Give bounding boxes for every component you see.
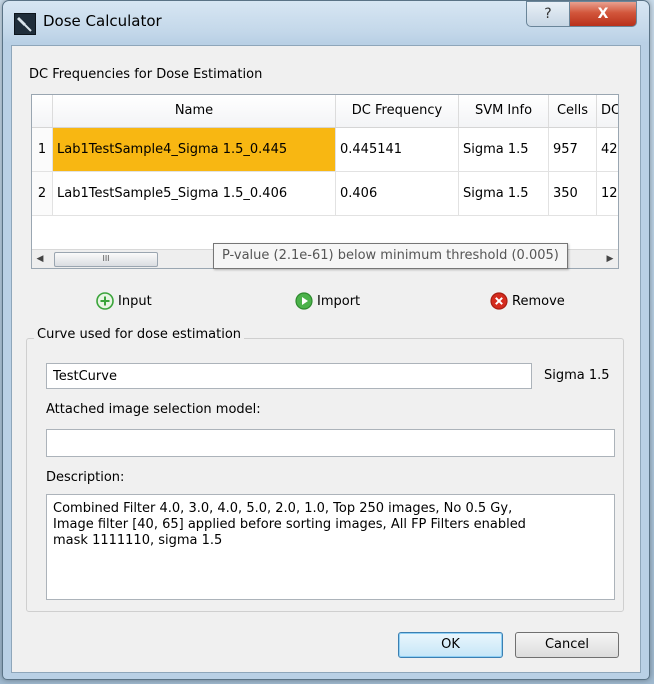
- title-bar[interactable]: Dose Calculator ? X: [3, 1, 649, 45]
- close-button[interactable]: X: [569, 1, 637, 27]
- cell-name[interactable]: Lab1TestSample4_Sigma 1.5_0.445: [53, 128, 336, 171]
- microscope-icon: [14, 13, 36, 35]
- description-field[interactable]: Combined Filter 4.0, 3.0, 4.0, 5.0, 2.0,…: [46, 494, 615, 600]
- table-header: Name DC Frequency SVM Info Cells DC: [32, 95, 618, 128]
- column-header-name[interactable]: Name: [53, 95, 336, 127]
- column-header-dc[interactable]: DC: [597, 95, 618, 127]
- import-button[interactable]: Import: [295, 290, 360, 312]
- cell-cells[interactable]: 350: [549, 172, 597, 215]
- curve-sigma-label: Sigma 1.5: [544, 368, 610, 383]
- description-line: mask 1111110, sigma 1.5: [53, 533, 223, 548]
- input-label: Input: [118, 293, 152, 309]
- row-number[interactable]: 1: [32, 128, 53, 171]
- dose-calculator-window: Dose Calculator ? X DC Frequencies for D…: [2, 0, 650, 680]
- scroll-thumb[interactable]: III: [54, 252, 158, 267]
- column-header-svm-info[interactable]: SVM Info: [459, 95, 549, 127]
- column-header-dc-frequency[interactable]: DC Frequency: [336, 95, 459, 127]
- window-title: Dose Calculator: [43, 12, 162, 30]
- table-row[interactable]: 1 Lab1TestSample4_Sigma 1.5_0.445 0.4451…: [32, 128, 618, 172]
- remove-label: Remove: [512, 293, 565, 309]
- play-circle-icon: [295, 292, 313, 310]
- ok-button[interactable]: OK: [398, 632, 503, 658]
- cell-cells[interactable]: 957: [549, 128, 597, 171]
- scroll-left-icon[interactable]: ◀: [32, 250, 48, 268]
- p-value-tooltip: P-value (2.1e-61) below minimum threshol…: [213, 243, 568, 269]
- cell-svm-info[interactable]: Sigma 1.5: [459, 172, 549, 215]
- corner-header[interactable]: [32, 95, 53, 127]
- close-icon: X: [597, 6, 609, 22]
- description-line: Combined Filter 4.0, 3.0, 4.0, 5.0, 2.0,…: [53, 501, 513, 516]
- dialog-body: DC Frequencies for Dose Estimation Name …: [11, 45, 641, 673]
- table-row[interactable]: 2 Lab1TestSample5_Sigma 1.5_0.406 0.406 …: [32, 172, 618, 216]
- input-button[interactable]: Input: [96, 290, 152, 312]
- help-button[interactable]: ?: [526, 1, 570, 27]
- scroll-right-icon[interactable]: ▶: [602, 250, 618, 268]
- cell-svm-info[interactable]: Sigma 1.5: [459, 128, 549, 171]
- cell-dc[interactable]: 426: [597, 128, 618, 171]
- question-icon: ?: [544, 6, 552, 22]
- model-field[interactable]: [46, 429, 615, 457]
- cancel-button[interactable]: Cancel: [515, 632, 619, 658]
- model-label: Attached image selection model:: [46, 402, 261, 417]
- description-line: Image filter [40, 65] applied before sor…: [53, 517, 526, 532]
- cell-dc-frequency[interactable]: 0.406: [336, 172, 459, 215]
- cell-dc-frequency[interactable]: 0.445141: [336, 128, 459, 171]
- column-header-cells[interactable]: Cells: [549, 95, 597, 127]
- x-circle-icon: [490, 292, 508, 310]
- curve-name-field[interactable]: [46, 363, 532, 389]
- plus-circle-icon: [96, 292, 114, 310]
- curve-group-title: Curve used for dose estimation: [34, 327, 245, 342]
- row-number[interactable]: 2: [32, 172, 53, 215]
- section-label: DC Frequencies for Dose Estimation: [29, 67, 263, 82]
- import-label: Import: [317, 293, 361, 309]
- description-label: Description:: [46, 470, 125, 485]
- cell-dc[interactable]: 124: [597, 172, 618, 215]
- cell-name[interactable]: Lab1TestSample5_Sigma 1.5_0.406: [53, 172, 336, 215]
- remove-button[interactable]: Remove: [490, 290, 565, 312]
